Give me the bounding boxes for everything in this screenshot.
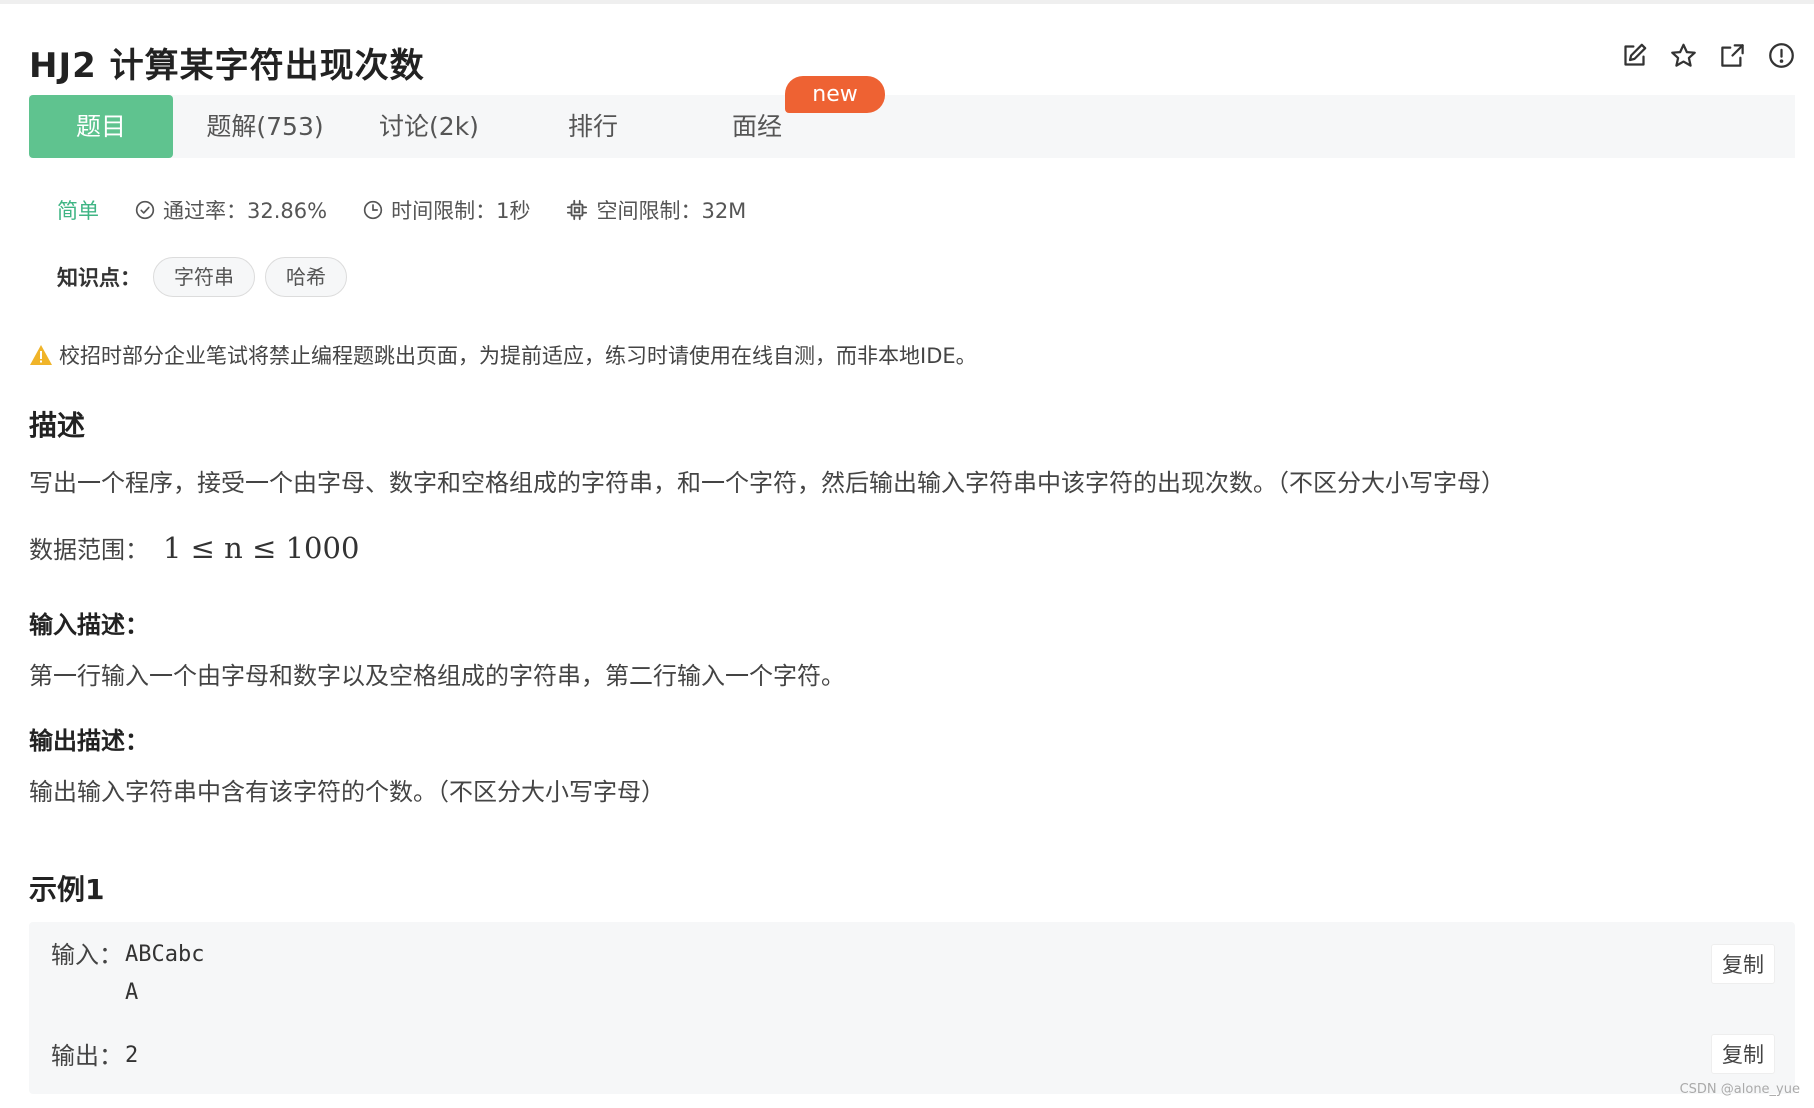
warning-text: 校招时部分企业笔试将禁止编程题跳出页面，为提前适应，练习时请使用在线自测，而非本… [59,344,977,368]
range-label: 数据范围： [29,536,149,564]
space-limit: 空间限制：32M [566,195,746,225]
description-heading: 描述 [29,409,86,442]
example-input-values: ABCabc A [125,936,204,1012]
example-box: 输入： ABCabc A 复制 输出： 2 复制 [29,922,1795,1094]
time-limit: 时间限制：1秒 [363,195,530,225]
problem-meta: 简单 通过率：32.86% 时间限制：1秒 空间限制：32M [57,193,746,227]
share-icon[interactable] [1719,42,1746,69]
example-input-line: A [125,980,139,1005]
page-title: HJ2 计算某字符出现次数 [29,46,425,86]
new-badge: new [785,76,885,113]
copy-input-button[interactable]: 复制 [1711,944,1775,984]
copy-output-button[interactable]: 复制 [1711,1034,1775,1074]
space-limit-text: 空间限制：32M [596,199,747,223]
chip-icon [567,199,588,221]
watermark: CSDN @alone_yue [1679,1082,1800,1097]
pass-rate-text: 通过率：32.86% [163,199,328,223]
warning-icon [30,345,52,365]
tab-solutions[interactable]: 题解(753) [193,95,337,158]
input-desc-heading: 输入描述： [29,611,149,639]
example-output-label: 输出： [51,1042,123,1070]
example-input-label: 输入： [51,941,123,969]
knowledge-points: 知识点： 字符串 哈希 [57,256,357,298]
pass-rate: 通过率：32.86% [135,195,327,225]
star-icon[interactable] [1670,42,1697,69]
tab-problem[interactable]: 题目 [29,95,173,158]
problem-header: HJ2 计算某字符出现次数 [29,30,1795,86]
top-border [0,0,1814,4]
clock-icon [363,200,383,220]
header-actions [1621,42,1795,69]
tab-discussion[interactable]: 讨论(2k) [357,95,501,158]
input-desc-text: 第一行输入一个由字母和数字以及空格组成的字符串，第二行输入一个字符。 [29,662,845,690]
check-circle-icon [135,200,155,220]
report-icon[interactable] [1768,42,1795,69]
tab-ranking[interactable]: 排行 [521,95,665,158]
example-heading: 示例1 [29,873,105,906]
ide-warning: 校招时部分企业笔试将禁止编程题跳出页面，为提前适应，练习时请使用在线自测，而非本… [29,340,977,370]
difficulty-label: 简单 [57,199,99,223]
example-output-value: 2 [125,1043,139,1068]
tag-string[interactable]: 字符串 [153,257,255,297]
tag-hash[interactable]: 哈希 [265,257,347,297]
output-desc-text: 输出输入字符串中含有该字符的个数。（不区分大小写字母） [29,778,665,806]
example-input-line: ABCabc [125,942,205,967]
data-range: 数据范围： 1 ≤ n ≤ 1000 [29,530,359,565]
range-formula: 1 ≤ n ≤ 1000 [163,531,360,565]
edit-icon[interactable] [1621,42,1648,69]
knowledge-label: 知识点： [57,266,141,290]
example-output: 输出： 2 [51,1037,138,1075]
output-desc-heading: 输出描述： [29,727,149,755]
time-limit-text: 时间限制：1秒 [391,199,531,223]
example-input: 输入： ABCabc A [51,936,204,1012]
tab-bar: 题目 题解(753) 讨论(2k) 排行 面经 [29,95,1795,158]
description-text: 写出一个程序，接受一个由字母、数字和空格组成的字符串，和一个字符，然后输出输入字… [29,469,1505,497]
